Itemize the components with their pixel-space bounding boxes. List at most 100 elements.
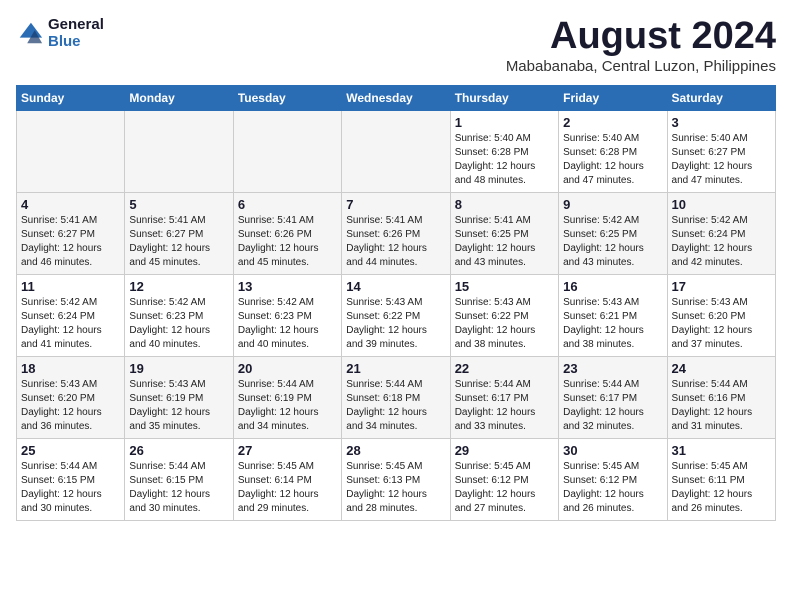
day-number: 25 xyxy=(21,443,120,458)
day-info: Sunrise: 5:45 AM Sunset: 6:12 PM Dayligh… xyxy=(563,460,662,516)
day-info: Sunrise: 5:40 AM Sunset: 6:28 PM Dayligh… xyxy=(455,132,554,188)
calendar-day-cell: 27Sunrise: 5:45 AM Sunset: 6:14 PM Dayli… xyxy=(233,438,341,520)
day-number: 16 xyxy=(563,279,662,294)
weekday-header: Thursday xyxy=(450,85,558,110)
calendar-day-cell xyxy=(125,110,233,192)
day-number: 2 xyxy=(563,115,662,130)
day-number: 17 xyxy=(672,279,771,294)
calendar-table: SundayMondayTuesdayWednesdayThursdayFrid… xyxy=(16,85,776,521)
day-number: 28 xyxy=(346,443,445,458)
day-number: 18 xyxy=(21,361,120,376)
calendar-day-cell: 31 Sunrise: 5:45 AM Sunset: 6:11 PM Dayli… xyxy=(667,438,775,520)
day-number: 10 xyxy=(672,197,771,212)
day-number: 29 xyxy=(455,443,554,458)
day-info: Sunrise: 5:42 AM Sunset: 6:24 PM Dayligh… xyxy=(21,296,120,352)
day-info: Sunrise: 5:43 AM Sunset: 6:20 PM Dayligh… xyxy=(21,378,120,434)
calendar-day-cell: 24 Sunrise: 5:44 AM Sunset: 6:16 PM Dayli… xyxy=(667,356,775,438)
weekday-header: Sunday xyxy=(17,85,125,110)
logo: General Blue xyxy=(16,16,104,50)
calendar-week-row: 11 Sunrise: 5:42 AM Sunset: 6:24 PM Dayli… xyxy=(17,274,776,356)
day-number: 9 xyxy=(563,197,662,212)
day-info: Sunrise: 5:40 AM Sunset: 6:27 PM Dayligh… xyxy=(672,132,771,188)
calendar-day-cell: 2 Sunrise: 5:40 AM Sunset: 6:28 PM Daylig… xyxy=(559,110,667,192)
day-info: Sunrise: 5:45 AM Sunset: 6:11 PM Dayligh… xyxy=(672,460,771,516)
calendar-day-cell: 14 Sunrise: 5:43 AM Sunset: 6:22 PM Dayli… xyxy=(342,274,450,356)
day-number: 3 xyxy=(672,115,771,130)
day-info: Sunrise: 5:44 AM Sunset: 6:16 PM Dayligh… xyxy=(672,378,771,434)
day-number: 23 xyxy=(563,361,662,376)
page-header: General Blue August 2024 Mababanaba, Cen… xyxy=(16,16,776,75)
logo-blue: Blue xyxy=(48,33,104,50)
day-number: 8 xyxy=(455,197,554,212)
weekday-header: Tuesday xyxy=(233,85,341,110)
calendar-day-cell: 28 Sunrise: 5:45 AM Sunset: 6:13 PM Dayli… xyxy=(342,438,450,520)
calendar-day-cell: 17 Sunrise: 5:43 AM Sunset: 6:20 PM Dayli… xyxy=(667,274,775,356)
day-info: Sunrise: 5:42 AM Sunset: 6:23 PM Dayligh… xyxy=(129,296,228,352)
logo-icon xyxy=(16,19,44,47)
calendar-day-cell: 22 Sunrise: 5:44 AM Sunset: 6:17 PM Dayli… xyxy=(450,356,558,438)
calendar-day-cell: 19 Sunrise: 5:43 AM Sunset: 6:19 PM Dayli… xyxy=(125,356,233,438)
day-info: Sunrise: 5:45 AM Sunset: 6:12 PM Dayligh… xyxy=(455,460,554,516)
calendar-day-cell: 23 Sunrise: 5:44 AM Sunset: 6:17 PM Dayli… xyxy=(559,356,667,438)
day-number: 31 xyxy=(672,443,771,458)
day-number: 6 xyxy=(238,197,337,212)
calendar-day-cell: 1 Sunrise: 5:40 AM Sunset: 6:28 PM Daylig… xyxy=(450,110,558,192)
day-info: Sunrise: 5:42 AM Sunset: 6:24 PM Dayligh… xyxy=(672,214,771,270)
weekday-header: Wednesday xyxy=(342,85,450,110)
calendar-day-cell: 26 Sunrise: 5:44 AM Sunset: 6:15 PM Dayli… xyxy=(125,438,233,520)
day-number: 19 xyxy=(129,361,228,376)
location: Mababanaba, Central Luzon, Philippines xyxy=(506,58,776,75)
calendar-day-cell: 8 Sunrise: 5:41 AM Sunset: 6:25 PM Daylig… xyxy=(450,192,558,274)
day-number: 13 xyxy=(238,279,337,294)
calendar-day-cell: 15Sunrise: 5:43 AM Sunset: 6:22 PM Dayli… xyxy=(450,274,558,356)
day-info: Sunrise: 5:41 AM Sunset: 6:27 PM Dayligh… xyxy=(21,214,120,270)
day-number: 26 xyxy=(129,443,228,458)
calendar-day-cell: 16 Sunrise: 5:43 AM Sunset: 6:21 PM Dayli… xyxy=(559,274,667,356)
day-info: Sunrise: 5:41 AM Sunset: 6:26 PM Dayligh… xyxy=(238,214,337,270)
day-info: Sunrise: 5:41 AM Sunset: 6:25 PM Dayligh… xyxy=(455,214,554,270)
calendar-week-row: 18 Sunrise: 5:43 AM Sunset: 6:20 PM Dayli… xyxy=(17,356,776,438)
day-info: Sunrise: 5:43 AM Sunset: 6:19 PM Dayligh… xyxy=(129,378,228,434)
day-info: Sunrise: 5:43 AM Sunset: 6:20 PM Dayligh… xyxy=(672,296,771,352)
day-info: Sunrise: 5:44 AM Sunset: 6:15 PM Dayligh… xyxy=(129,460,228,516)
calendar-day-cell: 9Sunrise: 5:42 AM Sunset: 6:25 PM Daylig… xyxy=(559,192,667,274)
day-info: Sunrise: 5:44 AM Sunset: 6:15 PM Dayligh… xyxy=(21,460,120,516)
day-number: 22 xyxy=(455,361,554,376)
day-info: Sunrise: 5:41 AM Sunset: 6:27 PM Dayligh… xyxy=(129,214,228,270)
day-info: Sunrise: 5:44 AM Sunset: 6:17 PM Dayligh… xyxy=(563,378,662,434)
calendar-day-cell xyxy=(342,110,450,192)
calendar-day-cell: 12Sunrise: 5:42 AM Sunset: 6:23 PM Dayli… xyxy=(125,274,233,356)
day-info: Sunrise: 5:42 AM Sunset: 6:23 PM Dayligh… xyxy=(238,296,337,352)
day-number: 30 xyxy=(563,443,662,458)
calendar-day-cell: 29 Sunrise: 5:45 AM Sunset: 6:12 PM Dayli… xyxy=(450,438,558,520)
day-info: Sunrise: 5:43 AM Sunset: 6:21 PM Dayligh… xyxy=(563,296,662,352)
calendar-day-cell xyxy=(233,110,341,192)
day-info: Sunrise: 5:40 AM Sunset: 6:28 PM Dayligh… xyxy=(563,132,662,188)
day-number: 24 xyxy=(672,361,771,376)
calendar-day-cell: 20Sunrise: 5:44 AM Sunset: 6:19 PM Dayli… xyxy=(233,356,341,438)
day-number: 7 xyxy=(346,197,445,212)
title-block: August 2024 Mababanaba, Central Luzon, P… xyxy=(506,16,776,75)
calendar-day-cell: 18 Sunrise: 5:43 AM Sunset: 6:20 PM Dayli… xyxy=(17,356,125,438)
day-number: 5 xyxy=(129,197,228,212)
day-info: Sunrise: 5:45 AM Sunset: 6:14 PM Dayligh… xyxy=(238,460,337,516)
calendar-day-cell: 11 Sunrise: 5:42 AM Sunset: 6:24 PM Dayli… xyxy=(17,274,125,356)
calendar-day-cell: 5 Sunrise: 5:41 AM Sunset: 6:27 PM Daylig… xyxy=(125,192,233,274)
day-info: Sunrise: 5:45 AM Sunset: 6:13 PM Dayligh… xyxy=(346,460,445,516)
day-info: Sunrise: 5:44 AM Sunset: 6:17 PM Dayligh… xyxy=(455,378,554,434)
month-year: August 2024 xyxy=(506,16,776,58)
weekday-header-row: SundayMondayTuesdayWednesdayThursdayFrid… xyxy=(17,85,776,110)
calendar-day-cell: 30 Sunrise: 5:45 AM Sunset: 6:12 PM Dayli… xyxy=(559,438,667,520)
calendar-week-row: 1 Sunrise: 5:40 AM Sunset: 6:28 PM Daylig… xyxy=(17,110,776,192)
day-number: 20 xyxy=(238,361,337,376)
day-number: 21 xyxy=(346,361,445,376)
day-number: 4 xyxy=(21,197,120,212)
day-info: Sunrise: 5:43 AM Sunset: 6:22 PM Dayligh… xyxy=(346,296,445,352)
calendar-week-row: 4 Sunrise: 5:41 AM Sunset: 6:27 PM Daylig… xyxy=(17,192,776,274)
day-number: 11 xyxy=(21,279,120,294)
day-number: 1 xyxy=(455,115,554,130)
day-number: 14 xyxy=(346,279,445,294)
calendar-day-cell: 10 Sunrise: 5:42 AM Sunset: 6:24 PM Dayli… xyxy=(667,192,775,274)
weekday-header: Saturday xyxy=(667,85,775,110)
calendar-day-cell: 4 Sunrise: 5:41 AM Sunset: 6:27 PM Daylig… xyxy=(17,192,125,274)
